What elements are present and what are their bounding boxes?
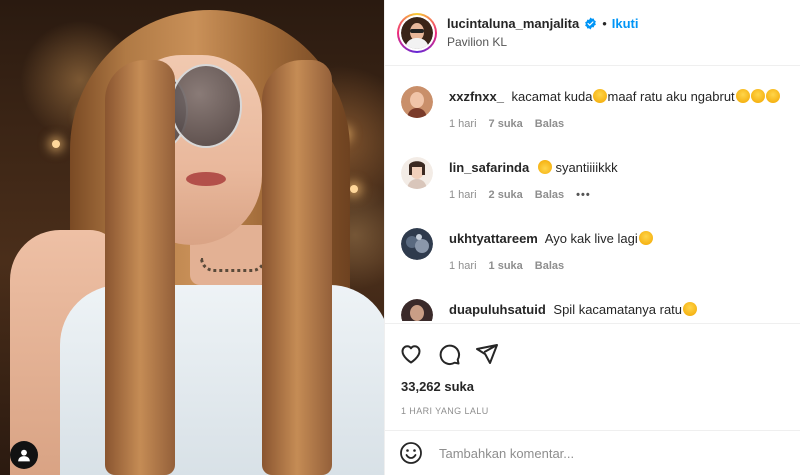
comments-list[interactable]: xxzfnxx_ kacamat kuda maaf ratu aku ngabr… — [385, 66, 800, 323]
follow-button[interactable]: Ikuti — [612, 16, 639, 31]
separator-dot: • — [602, 16, 607, 31]
comment-text: syantiiiikkk — [555, 160, 618, 175]
post-username[interactable]: lucintaluna_manjalita — [447, 16, 579, 31]
post-panel: lucintaluna_manjalita • Ikuti Pavilion K… — [384, 0, 800, 475]
comment-item: duapuluhsatuid Spil kacamatanya ratu — [401, 299, 800, 321]
sunglasses-emoji-icon — [537, 160, 552, 174]
comment-time[interactable]: 1 hari — [449, 118, 477, 130]
comment-input[interactable] — [439, 445, 739, 461]
lips — [186, 172, 226, 186]
crying-emoji-icon — [593, 89, 608, 103]
comment-time[interactable]: 1 hari — [449, 189, 477, 201]
verified-badge-icon — [585, 17, 597, 30]
post-location[interactable]: Pavilion KL — [447, 35, 639, 49]
crying-emoji-icon — [735, 89, 750, 103]
post-actions — [385, 323, 800, 383]
comment-likes[interactable]: 7 suka — [489, 118, 523, 130]
comment-username[interactable]: lin_safarinda — [449, 160, 529, 175]
comment-username[interactable]: duapuluhsatuid — [449, 302, 546, 317]
avatar[interactable] — [401, 86, 433, 118]
reply-button[interactable]: Balas — [535, 118, 564, 130]
heart-eyes-emoji-icon — [683, 302, 698, 316]
like-count[interactable]: 33,262 suka — [385, 379, 800, 394]
avatar — [401, 16, 433, 49]
comment-text: kacamat kuda — [511, 89, 593, 104]
comment-text: maaf ratu aku ngabrut — [607, 89, 735, 104]
heart-icon[interactable] — [399, 342, 423, 366]
avatar[interactable] — [401, 299, 433, 321]
comment-item: xxzfnxx_ kacamat kuda maaf ratu aku ngabr… — [401, 86, 800, 157]
hair-strand — [105, 60, 175, 475]
avatar[interactable] — [401, 157, 433, 189]
comment-text: Spil kacamatanya ratu — [553, 302, 683, 317]
share-icon[interactable] — [475, 342, 499, 366]
post-modal: lucintaluna_manjalita • Ikuti Pavilion K… — [0, 0, 800, 475]
reply-button[interactable]: Balas — [535, 189, 564, 201]
heart-eyes-emoji-icon — [638, 231, 653, 245]
avatar[interactable] — [401, 228, 433, 260]
emoji-icon[interactable] — [399, 441, 423, 465]
hair-strand — [262, 60, 332, 475]
background-bulb — [52, 140, 60, 148]
post-timestamp[interactable]: 1 HARI YANG LALU — [385, 406, 800, 416]
comment-time[interactable]: 1 hari — [449, 260, 477, 272]
comment-item: lin_safarinda syantiiiikkk 1 hari 2 suka… — [401, 157, 800, 228]
comment-likes[interactable]: 2 suka — [489, 189, 523, 201]
user-icon — [18, 449, 30, 462]
necklace — [200, 258, 266, 272]
comment-composer — [385, 430, 800, 475]
comment-likes[interactable]: 1 suka — [489, 260, 523, 272]
comment-username[interactable]: xxzfnxx_ — [449, 89, 504, 104]
more-options-icon[interactable]: ••• — [576, 189, 591, 201]
comment-username[interactable]: ukhtyattareem — [449, 231, 538, 246]
comment-item: ukhtyattareem Ayo kak live lagi 1 hari 1… — [401, 228, 800, 299]
post-header: lucintaluna_manjalita • Ikuti Pavilion K… — [385, 0, 800, 66]
story-ring[interactable] — [397, 12, 437, 53]
crying-emoji-icon — [750, 89, 765, 103]
background-bulb — [350, 185, 358, 193]
comment-text: Ayo kak live lagi — [544, 231, 638, 246]
crying-emoji-icon — [765, 89, 780, 103]
comment-icon[interactable] — [437, 342, 461, 366]
post-photo[interactable] — [0, 0, 384, 475]
sunglasses-lens — [170, 64, 242, 148]
reply-button[interactable]: Balas — [535, 260, 564, 272]
tagged-user-button[interactable] — [10, 441, 38, 469]
header-meta: lucintaluna_manjalita • Ikuti Pavilion K… — [447, 16, 639, 49]
